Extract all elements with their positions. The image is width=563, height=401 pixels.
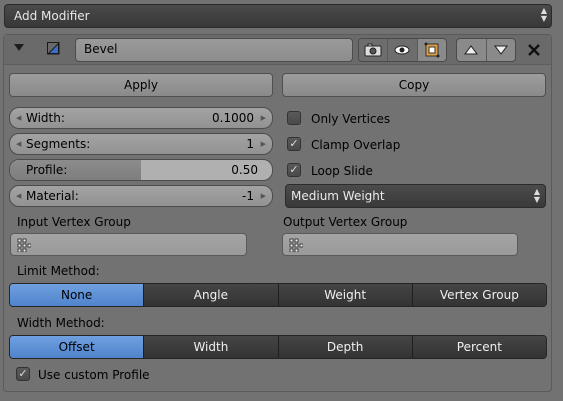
width-field[interactable]: ◀ Width: 0.1000 ▶ [9,107,273,129]
modifier-name-text: Bevel [84,42,118,56]
editmode-icon [424,42,440,58]
segments-field[interactable]: ◀ Segments: 1 ▶ [9,133,273,155]
output-vertex-group-label: Output Vertex Group [283,215,408,229]
copy-button[interactable]: Copy [282,73,546,97]
increment-arrow-icon[interactable]: ▶ [261,186,266,206]
vertex-group-icon [17,238,31,252]
custom-profile-option[interactable]: ✓ Use custom Profile [16,365,266,385]
input-vertex-group-label: Input Vertex Group [17,215,131,229]
width-method-selector: Offset Width Depth Percent [9,335,547,359]
eye-icon [394,45,410,55]
profile-label: Profile: [26,163,68,177]
loop-slide-checkbox[interactable]: ✓ [287,163,301,177]
profile-slider[interactable]: Profile: 0.50 [9,159,273,181]
add-modifier-dropdown[interactable]: Add Modifier ▲ ▼ [4,4,552,28]
limit-method-option[interactable]: None [10,284,145,306]
clamp-overlap-label: Clamp Overlap [311,138,401,152]
only-vertices-label: Only Vertices [311,112,391,126]
move-buttons [456,38,516,62]
move-up-button[interactable] [457,39,487,61]
only-vertices-checkbox[interactable] [287,111,301,125]
width-method-option[interactable]: Width [144,336,279,358]
clamp-overlap-checkbox[interactable]: ✓ [287,137,301,151]
material-value: -1 [242,189,254,203]
custom-profile-checkbox[interactable]: ✓ [16,367,30,381]
output-vertex-group-field[interactable] [282,233,518,256]
editmode-toggle[interactable] [418,39,446,61]
limit-method-selector: None Angle Weight Vertex Group [9,283,547,307]
custom-profile-label: Use custom Profile [38,368,150,382]
limit-method-option[interactable]: Angle [144,284,279,306]
limit-method-option[interactable]: Weight [278,284,413,306]
close-icon[interactable] [527,43,541,57]
material-label: Material: [26,189,79,203]
visibility-toggles [358,38,447,62]
material-field[interactable]: ◀ Material: -1 ▶ [9,185,273,207]
updown-arrows-icon: ▲ ▼ [540,6,547,23]
decrement-arrow-icon[interactable]: ◀ [16,134,21,154]
width-value: 0.1000 [212,111,254,125]
apply-button[interactable]: Apply [9,73,273,97]
limit-method-label: Limit Method: [17,264,100,278]
move-down-button[interactable] [487,39,516,61]
viewport-toggle[interactable] [388,39,418,61]
decrement-arrow-icon[interactable]: ◀ [16,186,21,206]
copy-label: Copy [398,78,430,92]
camera-icon [364,43,382,57]
input-vertex-group-field[interactable] [10,233,247,256]
render-toggle[interactable] [359,39,389,61]
increment-arrow-icon[interactable]: ▶ [261,108,266,128]
limit-method-option[interactable]: Vertex Group [412,284,546,306]
width-method-option[interactable]: Depth [278,336,413,358]
modifier-name-field[interactable]: Bevel [75,38,353,62]
profile-value: 0.50 [231,163,258,177]
bevel-modifier-icon [46,41,60,55]
weight-mode-dropdown[interactable]: Medium Weight ▲ ▼ [285,184,546,208]
triangle-up-icon [464,45,479,55]
width-method-label: Width Method: [17,316,105,330]
segments-label: Segments: [26,137,91,151]
only-vertices-option[interactable]: Only Vertices [287,109,537,129]
width-method-option[interactable]: Offset [10,336,145,358]
apply-label: Apply [124,78,158,92]
collapse-triangle-icon[interactable] [13,43,25,53]
clamp-overlap-option[interactable]: ✓ Clamp Overlap [287,135,537,155]
width-method-option[interactable]: Percent [412,336,546,358]
loop-slide-label: Loop Slide [311,164,373,178]
loop-slide-option[interactable]: ✓ Loop Slide [287,161,537,181]
width-label: Width: [26,111,65,125]
decrement-arrow-icon[interactable]: ◀ [16,108,21,128]
updown-arrows-icon: ▲ ▼ [533,187,540,204]
vertex-group-icon [289,238,303,252]
increment-arrow-icon[interactable]: ▶ [261,134,266,154]
add-modifier-label: Add Modifier [14,9,90,23]
segments-value: 1 [246,137,254,151]
weight-mode-value: Medium Weight [291,189,385,203]
triangle-down-icon [493,45,508,55]
